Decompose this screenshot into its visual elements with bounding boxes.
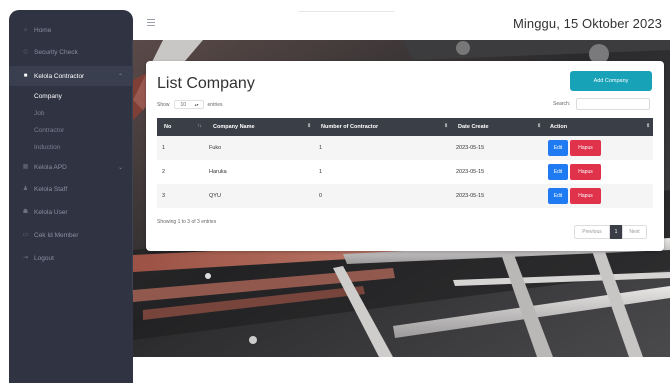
- company-card: List Company Add Company Show 10 ▴▾ entr…: [146, 61, 664, 251]
- cell-no: 3: [162, 193, 166, 199]
- cell-company-name: Fuko: [209, 145, 222, 151]
- column-header-action[interactable]: Action: [550, 124, 567, 130]
- pagination-previous-button[interactable]: Previous: [574, 225, 610, 239]
- table-row: 2 Haruka 1 2023-05-15 Edit Hapus: [157, 160, 653, 184]
- shield-icon: ◇: [23, 49, 28, 55]
- sidebar-item-kelola-staff[interactable]: ♟ Kelola Staff: [9, 179, 133, 199]
- cell-date-create: 2023-05-15: [456, 145, 485, 151]
- sidebar-item-kelola-apd[interactable]: ▦ Kelola APD ⌄: [9, 157, 133, 177]
- column-header-company-name[interactable]: Company Name: [213, 124, 255, 130]
- app-window: ⌂ Home ◇ Security Check ■ Kelola Contrac…: [0, 0, 670, 383]
- sidebar-item-label: Kelola Staff: [34, 185, 68, 193]
- cell-company-name: QYU: [209, 193, 221, 199]
- home-icon: ⌂: [23, 27, 28, 33]
- sidebar-subitem-contractor[interactable]: Contractor: [34, 127, 64, 134]
- delete-button[interactable]: Hapus: [570, 164, 601, 180]
- search-label: Search:: [553, 101, 571, 107]
- sidebar-item-label: Security Check: [34, 48, 78, 56]
- edit-button[interactable]: Edit: [548, 188, 568, 204]
- edit-button[interactable]: Edit: [548, 164, 568, 180]
- sidebar-item-label: Logout: [34, 254, 54, 262]
- search-input[interactable]: [576, 98, 650, 110]
- sort-icon[interactable]: ↑↓: [197, 123, 202, 129]
- entries-select[interactable]: 10 ▴▾: [173, 100, 204, 109]
- divider: [298, 11, 394, 12]
- show-label: Show: [157, 101, 170, 108]
- card-icon: ▭: [22, 232, 29, 238]
- table-info: Showing 1 to 3 of 3 entries: [157, 219, 217, 225]
- pagination: Previous 1 Next: [574, 225, 647, 239]
- pagination-next-button[interactable]: Next: [622, 225, 647, 239]
- sidebar-subitem-company[interactable]: Company: [34, 93, 62, 100]
- cell-no: 1: [162, 145, 166, 151]
- sort-icon[interactable]: ⇕: [646, 123, 650, 129]
- sidebar-item-label: Cek Id Member: [34, 231, 79, 239]
- list-icon: ■: [23, 73, 28, 79]
- select-arrow-icon: ▴▾: [194, 102, 199, 107]
- entries-length-control: Show 10 ▴▾ entries: [157, 100, 223, 109]
- users-icon: ☗: [22, 209, 29, 215]
- column-header-date-create[interactable]: Date Create: [458, 124, 489, 130]
- sidebar-subitem-induction[interactable]: Induction: [34, 144, 60, 151]
- cell-date-create: 2023-05-15: [456, 193, 485, 199]
- sidebar-item-label: Kelola APD: [34, 163, 67, 171]
- hamburger-menu-icon[interactable]: [147, 19, 155, 26]
- cell-number-of-contractor: 1: [319, 169, 323, 175]
- sidebar-item-label: Kelola Contractor: [34, 72, 85, 80]
- cell-number-of-contractor: 1: [319, 145, 323, 151]
- add-company-button[interactable]: Add Company: [570, 71, 652, 91]
- table-header: No ↑↓ Company Name ⇕ Number of Contracto…: [157, 118, 653, 136]
- pagination-page-button[interactable]: 1: [610, 225, 622, 239]
- sort-icon[interactable]: ⇕: [537, 123, 541, 129]
- column-header-number-of-contractor[interactable]: Number of Contractor: [321, 124, 378, 130]
- cell-no: 2: [162, 169, 166, 175]
- entries-select-value: 10: [180, 102, 187, 108]
- chevron-up-icon: ⌃: [117, 73, 123, 80]
- logout-icon: ⇥: [22, 255, 29, 261]
- chevron-down-icon: ⌄: [117, 164, 123, 171]
- edit-button[interactable]: Edit: [548, 140, 568, 156]
- grid-icon: ▦: [22, 164, 29, 170]
- cell-company-name: Haruka: [209, 169, 227, 175]
- person-icon: ♟: [22, 186, 29, 192]
- sort-icon[interactable]: ⇕: [444, 123, 448, 129]
- sidebar-item-cek-id-member[interactable]: ▭ Cek Id Member: [9, 225, 133, 245]
- sidebar-subitem-job[interactable]: Job: [34, 110, 44, 117]
- entries-label: entries: [207, 101, 223, 108]
- current-date: Minggu, 15 Oktober 2023: [512, 16, 662, 31]
- cell-date-create: 2023-05-15: [456, 169, 485, 175]
- sidebar-item-kelola-user[interactable]: ☗ Kelola User: [9, 202, 133, 222]
- table-row: 3 QYU 0 2023-05-15 Edit Hapus: [157, 184, 653, 208]
- sort-icon[interactable]: ⇕: [307, 123, 311, 129]
- topbar: Minggu, 15 Oktober 2023: [133, 0, 670, 40]
- table-row: 1 Fuko 1 2023-05-15 Edit Hapus: [157, 136, 653, 160]
- sidebar-item-home[interactable]: ⌂ Home: [9, 20, 133, 40]
- page-title: List Company: [157, 75, 255, 92]
- sidebar: ⌂ Home ◇ Security Check ■ Kelola Contrac…: [9, 10, 136, 383]
- sidebar-item-security-check[interactable]: ◇ Security Check: [9, 42, 133, 62]
- delete-button[interactable]: Hapus: [570, 188, 601, 204]
- sidebar-item-label: Home: [34, 26, 52, 34]
- sidebar-item-kelola-contractor[interactable]: ■ Kelola Contractor ⌃: [9, 66, 133, 86]
- sidebar-item-label: Kelola User: [34, 208, 68, 216]
- column-header-no[interactable]: No: [164, 124, 171, 130]
- cell-number-of-contractor: 0: [319, 193, 323, 199]
- sidebar-item-logout[interactable]: ⇥ Logout: [9, 248, 133, 268]
- delete-button[interactable]: Hapus: [570, 140, 601, 156]
